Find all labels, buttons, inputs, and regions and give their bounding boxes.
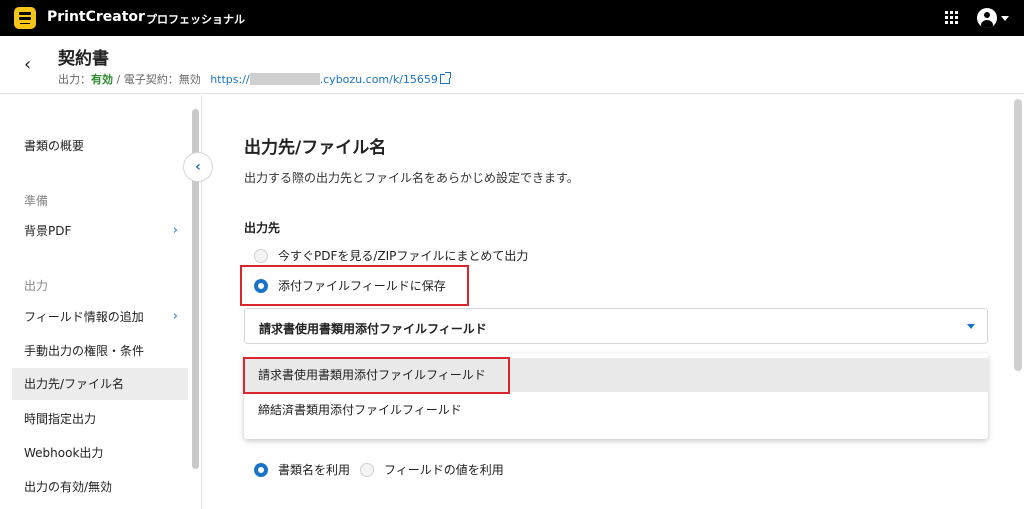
printcreator-logo-icon[interactable] (14, 7, 36, 29)
esign-status: 無効 (178, 73, 201, 86)
main-scrollbar[interactable] (1014, 99, 1022, 371)
sidebar-item-label: 背景PDF (24, 224, 72, 238)
radio-label: フィールドの値を利用 (384, 463, 504, 477)
radio-filename-doc[interactable]: 書類名を利用 (254, 461, 350, 478)
sidebar-item-webhook[interactable]: Webhook出力 (12, 437, 188, 469)
esign-label: 電子契約： (123, 73, 179, 86)
attachment-field-select[interactable]: 請求書使用書類用添付ファイルフィールド (244, 308, 988, 344)
sidebar-item-label: 時間指定出力 (24, 412, 97, 426)
chevron-right-icon: › (172, 309, 178, 324)
app-url-link[interactable]: https:// .cybozu.com/k/15659 (210, 72, 451, 86)
dropdown-caret-icon (967, 324, 975, 329)
sidebar-item-background-pdf[interactable]: 背景PDF › (12, 215, 188, 247)
sidebar-item-field-info[interactable]: フィールド情報の追加 › (12, 301, 188, 333)
radio-circle[interactable] (254, 248, 268, 263)
sidebar-item-scheduled[interactable]: 時間指定出力 (12, 403, 188, 435)
destination-section-label: 出力先 (244, 221, 281, 235)
chevron-left-icon: ‹ (195, 159, 201, 175)
account-menu-caret-icon[interactable] (1001, 16, 1009, 21)
document-header: ‹ 契約書 出力：有効 / 電子契約：無効 https:// .cybozu.co… (0, 36, 1024, 94)
page-description: 出力する際の出力先とファイル名をあらかじめ設定できます。 (244, 171, 579, 185)
chevron-right-icon: › (172, 223, 178, 238)
sidebar-item-label: 書類の概要 (24, 139, 85, 153)
document-meta: 出力：有効 / 電子契約：無効 https:// .cybozu.com/k/15… (58, 71, 451, 87)
settings-sidebar: 書類の概要 準備 背景PDF › 出力 フィールド情報の追加 › 手動出力の権限・条… (0, 95, 202, 509)
radio-view-pdf[interactable]: 今すぐPDFを見る/ZIPファイルにまとめて出力 (254, 247, 528, 264)
sidebar-item-destination[interactable]: 出力先/ファイル名 (12, 368, 188, 400)
url-suffix: .cybozu.com/k/15659 (319, 73, 438, 86)
radio-label: 今すぐPDFを見る/ZIPファイルにまとめて出力 (278, 249, 529, 263)
url-prefix: https:// (210, 73, 250, 86)
output-label: 出力： (58, 73, 91, 86)
page-title: 出力先/ファイル名 (244, 138, 387, 158)
sidebar-item-label: 出力先/ファイル名 (24, 377, 125, 391)
dropdown-option[interactable]: 締結済書類用添付ファイルフィールド (244, 393, 988, 427)
sidebar-item-manual-output[interactable]: 手動出力の権限・条件 (12, 335, 188, 367)
sidebar-item-overview[interactable]: 書類の概要 (12, 130, 188, 162)
app-name: PrintCreator (47, 9, 145, 25)
sidebar-item-label: 手動出力の権限・条件 (24, 344, 145, 358)
main-content: 出力先/ファイル名 出力する際の出力先とファイル名をあらかじめ設定できます。 出… (203, 95, 1024, 509)
sidebar-item-label: Webhook出力 (24, 446, 104, 460)
highlight-box (240, 265, 469, 306)
select-value: 請求書使用書類用添付ファイルフィールド (259, 322, 487, 336)
sidebar-section-output: 出力 (24, 279, 49, 293)
meta-separator: / (113, 73, 124, 86)
back-arrow-icon[interactable]: ‹ (24, 54, 31, 75)
sidebar-item-enable-disable[interactable]: 出力の有効/無効 (12, 471, 188, 503)
sidebar-section-prep: 準備 (24, 194, 49, 208)
radio-circle[interactable] (360, 462, 374, 477)
highlight-box (243, 357, 510, 394)
radio-filename-field[interactable]: フィールドの値を利用 (360, 461, 504, 478)
sidebar-item-label: 出力の有効/無効 (24, 480, 113, 494)
sidebar-item-label: フィールド情報の追加 (24, 310, 144, 324)
document-title: 契約書 (58, 49, 109, 69)
apps-grid-icon[interactable] (945, 11, 959, 25)
account-icon[interactable] (977, 8, 997, 28)
external-link-icon (439, 72, 451, 84)
redacted-block (249, 73, 320, 85)
collapse-sidebar-button[interactable]: ‹ (183, 152, 213, 182)
top-bar: PrintCreator プロフェッショナル (0, 0, 1024, 36)
edition-label: プロフェッショナル (146, 13, 245, 26)
radio-circle-checked[interactable] (254, 462, 268, 477)
radio-label: 書類名を利用 (278, 463, 351, 477)
output-status: 有効 (91, 73, 113, 86)
